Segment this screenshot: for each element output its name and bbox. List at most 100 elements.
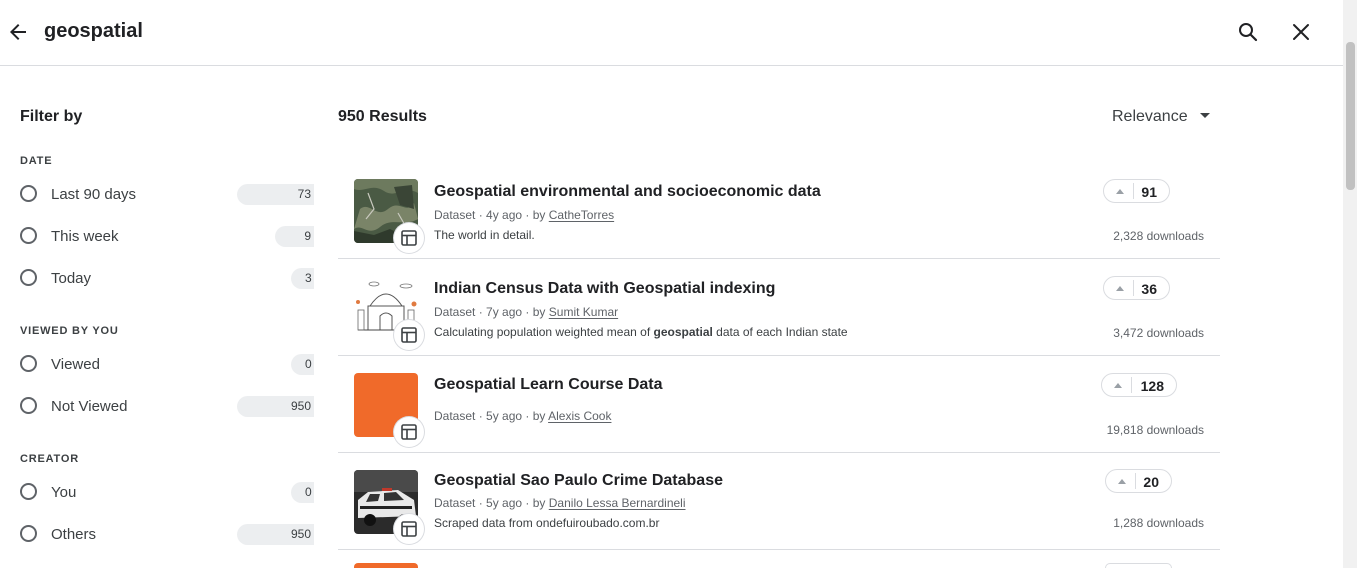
vote-divider (1135, 473, 1136, 489)
download-count: 2,328 downloads (1113, 229, 1204, 243)
page-scrollbar[interactable] (1343, 0, 1357, 568)
result-item[interactable]: Geospatial environmental and socioeconom… (338, 162, 1220, 259)
upvote-arrow-icon (1116, 189, 1124, 194)
caret-down-icon (1199, 113, 1210, 118)
download-count: 19,818 downloads (1106, 423, 1204, 437)
filter-title: Filter by (20, 108, 83, 125)
download-count: 3,472 downloads (1113, 326, 1204, 340)
filter-count-badge: 950 (237, 396, 314, 417)
close-button[interactable] (1289, 20, 1313, 44)
radio-button[interactable] (20, 269, 37, 286)
radio-button[interactable] (20, 483, 37, 500)
result-by: by (532, 496, 546, 510)
result-by: by (532, 305, 546, 319)
author-link[interactable]: Danilo Lessa Bernardineli (549, 496, 686, 510)
vote-count: 128 (1140, 378, 1164, 394)
dataset-badge (394, 320, 424, 350)
filter-section-creator: CREATOR (20, 453, 79, 465)
radio-button[interactable] (20, 185, 37, 202)
download-count: 1,288 downloads (1113, 516, 1204, 530)
results-count: 950 Results (338, 108, 427, 125)
result-type: Dataset (434, 409, 476, 423)
filter-count-badge: 9 (275, 226, 314, 247)
filter-section-viewed: VIEWED BY YOU (20, 325, 119, 337)
result-type: Dataset (434, 496, 476, 510)
author-link[interactable]: Alexis Cook (548, 409, 611, 423)
result-by: by (532, 409, 546, 423)
result-meta: Dataset · 4y ago · by CatheTorres (434, 208, 615, 222)
result-age: 4y ago (486, 208, 523, 222)
filter-option-viewed[interactable]: Viewed 0 (20, 353, 314, 377)
filter-option-label: Not Viewed (51, 398, 128, 415)
vote-divider (1133, 280, 1134, 296)
radio-button[interactable] (20, 355, 37, 372)
table-icon (401, 521, 417, 537)
upvote-arrow-icon (1116, 286, 1124, 291)
upvote-button[interactable]: 36 (1103, 276, 1170, 300)
result-item[interactable]: Geospatial Sao Paulo Crime Database Data… (338, 453, 1220, 550)
result-meta: Dataset · 7y ago · by Sumit Kumar (434, 305, 619, 319)
author-link[interactable]: Sumit Kumar (549, 305, 618, 319)
result-type: Dataset (434, 208, 476, 222)
table-icon (401, 327, 417, 343)
vote-divider (1133, 183, 1134, 199)
filter-option-label: This week (51, 228, 119, 245)
result-title[interactable]: Indian Census Data with Geospatial index… (434, 280, 775, 298)
result-description: Calculating population weighted mean of … (434, 325, 848, 339)
table-icon (401, 424, 417, 440)
search-query[interactable]: geospatial (44, 20, 143, 43)
result-description: The world in detail. (434, 228, 535, 242)
filter-option-label: You (51, 484, 77, 501)
upvote-arrow-icon (1118, 479, 1126, 484)
filter-option-others[interactable]: Others 950 (20, 523, 314, 547)
radio-button[interactable] (20, 227, 37, 244)
filter-option-label: Viewed (51, 356, 100, 373)
back-button[interactable] (6, 20, 30, 44)
dataset-badge (394, 223, 424, 253)
upvote-button[interactable]: 128 (1101, 373, 1177, 397)
filter-count-badge: 0 (291, 482, 314, 503)
description-highlight: geospatial (653, 325, 713, 339)
description-text: data of each Indian state (712, 325, 848, 339)
result-title[interactable]: Geospatial Learn Course Data (434, 376, 663, 394)
radio-button[interactable] (20, 397, 37, 414)
result-age: 5y ago (486, 409, 523, 423)
filter-option-today[interactable]: Today 3 (20, 267, 314, 291)
result-title[interactable]: Geospatial environmental and socioeconom… (434, 183, 821, 201)
result-age: 7y ago (486, 305, 523, 319)
dataset-badge (394, 514, 424, 544)
filter-option-not-viewed[interactable]: Not Viewed 950 (20, 395, 314, 419)
vote-count: 20 (1143, 474, 1159, 490)
author-link[interactable]: CatheTorres (549, 208, 614, 222)
upvote-button[interactable]: 91 (1103, 179, 1170, 203)
filter-count-badge: 0 (291, 354, 314, 375)
result-item[interactable]: Indian Census Data with Geospatial index… (338, 259, 1220, 356)
filter-option-this-week[interactable]: This week 9 (20, 225, 314, 249)
result-title[interactable]: Geospatial Sao Paulo Crime Database (434, 472, 723, 490)
filter-section-date: DATE (20, 155, 53, 167)
table-icon (401, 230, 417, 246)
close-icon (1293, 24, 1309, 40)
filter-option-label: Others (51, 526, 97, 543)
result-type: Dataset (434, 305, 476, 319)
filter-option-label: Last 90 days (51, 186, 137, 203)
radio-button[interactable] (20, 525, 37, 542)
scrollbar-thumb[interactable] (1346, 42, 1355, 190)
sort-dropdown[interactable]: Relevance (1112, 108, 1210, 126)
vote-count: 91 (1141, 184, 1157, 200)
sort-label: Relevance (1112, 108, 1188, 125)
filter-count-badge: 3 (291, 268, 314, 289)
result-description: Scraped data from ondefuiroubado.com.br (434, 516, 660, 530)
dataset-badge (394, 417, 424, 447)
vote-count: 36 (1141, 281, 1157, 297)
upvote-button[interactable]: 20 (1105, 469, 1172, 493)
search-button[interactable] (1236, 20, 1260, 44)
vote-divider (1131, 377, 1132, 393)
description-text: Calculating population weighted mean of (434, 325, 654, 339)
result-item[interactable]: Geospatial Learn Course Data Dataset · 5… (338, 356, 1220, 453)
filter-option-you[interactable]: You 0 (20, 481, 314, 505)
result-age: 5y ago (486, 496, 523, 510)
filter-option-last-90-days[interactable]: Last 90 days 73 (20, 183, 314, 207)
result-by: by (532, 208, 546, 222)
result-meta: Dataset · 5y ago · by Danilo Lessa Berna… (434, 496, 686, 510)
